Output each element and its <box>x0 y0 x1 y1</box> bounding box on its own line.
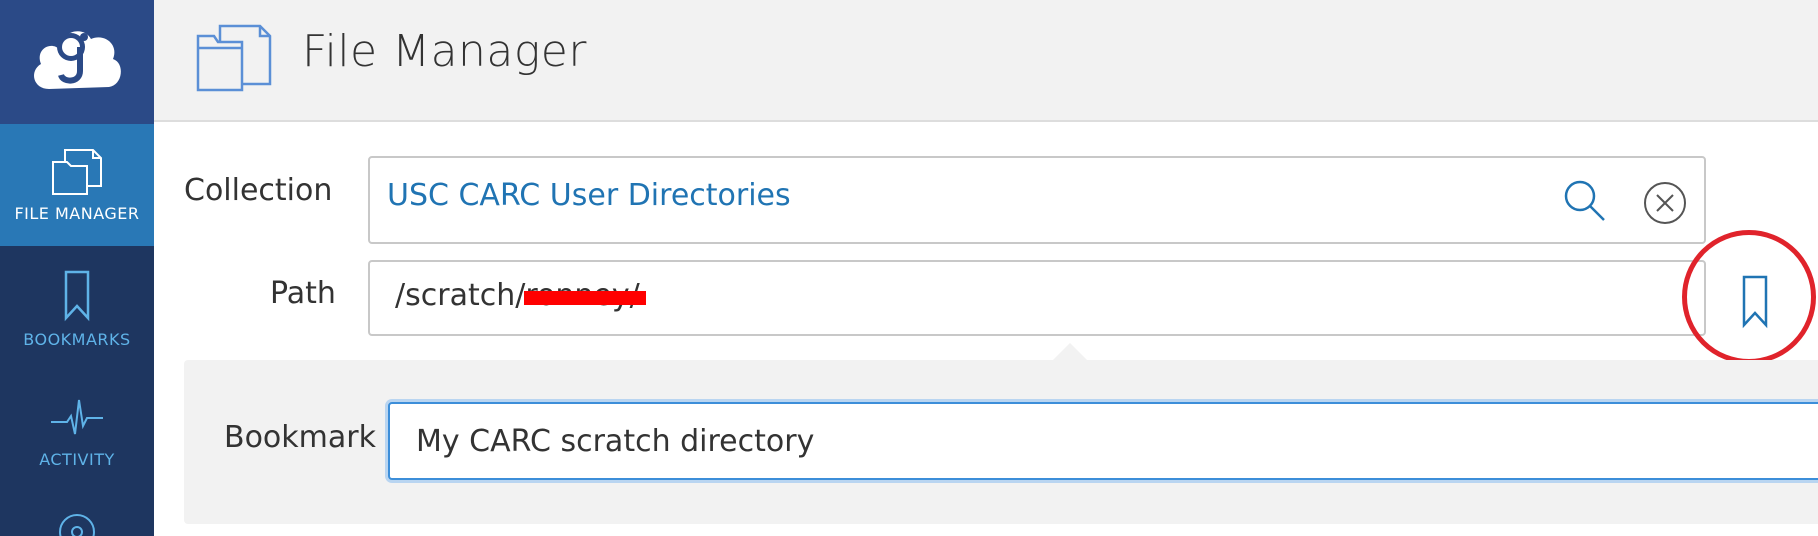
settings-circle-icon <box>59 514 95 536</box>
clear-collection-button[interactable] <box>1642 180 1688 226</box>
globus-logo[interactable] <box>0 0 154 124</box>
redaction-bar <box>524 291 646 305</box>
sidebar-item-activity[interactable]: ACTIVITY <box>0 388 154 488</box>
bookmark-icon <box>64 270 90 322</box>
collection-label: Collection <box>184 173 333 208</box>
bookmark-name-input[interactable] <box>388 402 1818 480</box>
sidebar-item-more[interactable] <box>0 510 154 536</box>
path-visible-text: /scratch/ <box>395 278 526 313</box>
folders-icon <box>52 149 102 195</box>
sidebar: FILE MANAGER BOOKMARKS ACTIVITY <box>0 0 154 536</box>
path-field[interactable]: /scratch/ronney/ <box>368 260 1706 336</box>
sidebar-item-file-manager[interactable]: FILE MANAGER <box>0 124 154 246</box>
page-title: File Manager <box>302 26 587 77</box>
folders-icon <box>196 24 272 92</box>
sidebar-item-label: ACTIVITY <box>39 450 115 469</box>
bookmark-icon <box>1742 275 1768 329</box>
sidebar-item-bookmarks[interactable]: BOOKMARKS <box>0 262 154 362</box>
bookmark-toggle-button[interactable] <box>1682 230 1816 364</box>
globus-cloud-icon <box>34 31 121 89</box>
sidebar-item-label: FILE MANAGER <box>14 204 140 223</box>
collection-value[interactable]: USC CARC User Directories <box>387 178 791 213</box>
search-button[interactable] <box>1560 176 1610 226</box>
page-header: File Manager <box>154 0 1818 122</box>
search-icon <box>1564 180 1605 221</box>
clear-circle-x-icon <box>1644 182 1686 224</box>
activity-pulse-icon <box>51 399 103 435</box>
collection-field[interactable]: USC CARC User Directories <box>368 156 1706 244</box>
sidebar-item-label: BOOKMARKS <box>23 330 131 349</box>
panel-pointer <box>1052 343 1088 361</box>
bookmark-label: Bookmark <box>224 420 376 455</box>
path-label: Path <box>270 276 336 311</box>
